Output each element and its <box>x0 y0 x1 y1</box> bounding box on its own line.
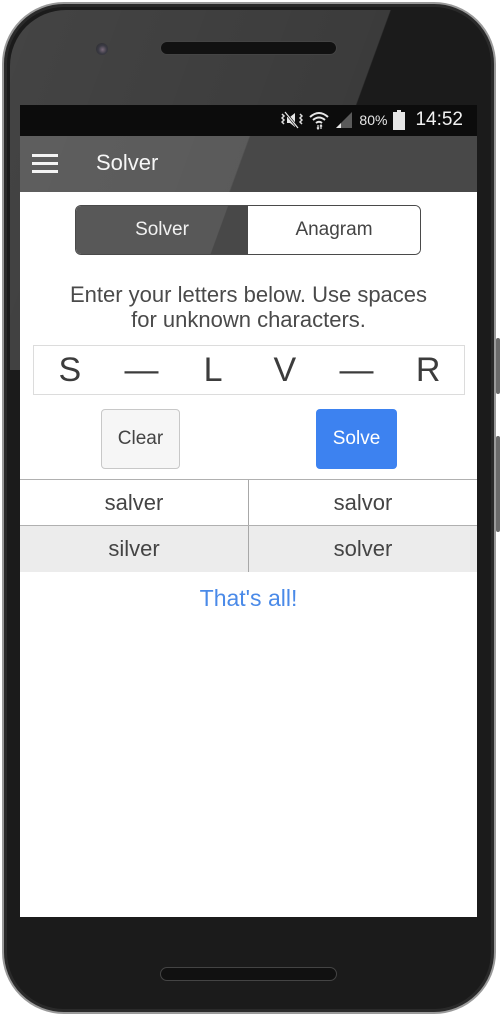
main-content: Solver Anagram Enter your letters below.… <box>20 192 477 917</box>
vibrate-mute-icon <box>281 111 304 129</box>
status-bar: 80% 14:52 <box>20 105 477 136</box>
battery-icon <box>393 110 406 130</box>
letter-slot[interactable]: V <box>263 351 307 390</box>
app-title: Solver <box>96 150 159 175</box>
front-camera <box>96 43 108 55</box>
end-of-results-text: That's all! <box>199 585 298 611</box>
letter-slot[interactable]: — <box>119 351 163 390</box>
power-button <box>496 436 500 532</box>
letter-slot[interactable]: L <box>191 351 235 390</box>
screen: 80% 14:52 Solver Solver Anagram Enter yo… <box>20 105 477 917</box>
table-row: silver solver <box>20 526 477 572</box>
result-word[interactable]: silver <box>20 526 248 572</box>
battery-percent: 80% <box>359 112 388 128</box>
app-bar: Solver <box>20 136 477 192</box>
cell-signal-icon <box>336 112 353 128</box>
result-word[interactable]: solver <box>248 526 477 572</box>
earpiece-speaker <box>160 41 337 55</box>
letters-input[interactable]: S — L V — R <box>33 345 465 395</box>
tab-anagram[interactable]: Anagram <box>248 206 420 254</box>
clear-button[interactable]: Clear <box>101 409 180 469</box>
wifi-icon <box>309 112 330 130</box>
volume-button <box>496 338 500 394</box>
results-table: salver salvor silver solver <box>20 479 477 572</box>
letter-slot[interactable]: R <box>406 351 450 390</box>
letter-slot[interactable]: — <box>334 351 378 390</box>
hamburger-menu-icon[interactable] <box>32 151 60 177</box>
bottom-speaker <box>160 967 337 981</box>
table-row: salver salvor <box>20 480 477 526</box>
mode-toggle: Solver Anagram <box>75 205 421 255</box>
solve-button[interactable]: Solve <box>316 409 397 469</box>
instructions-text: Enter your letters below. Use spaces for… <box>69 282 428 332</box>
clock: 14:52 <box>415 109 463 130</box>
result-word[interactable]: salver <box>20 480 248 525</box>
result-word[interactable]: salvor <box>248 480 477 525</box>
status-icons: 80% 14:52 <box>281 109 463 131</box>
tab-solver[interactable]: Solver <box>76 206 248 254</box>
letter-slot[interactable]: S <box>48 351 92 390</box>
